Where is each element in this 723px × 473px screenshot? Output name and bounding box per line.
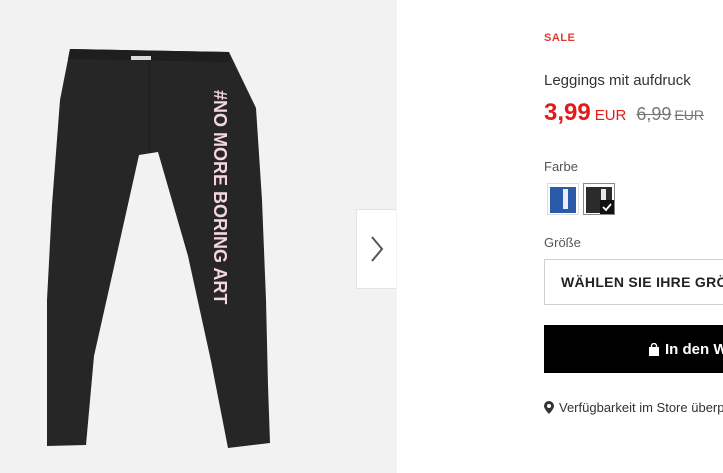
old-price: 6,99 xyxy=(636,104,672,124)
current-currency: EUR xyxy=(594,107,627,124)
store-availability-text: Verfügbarkeit im Store überprüfen xyxy=(559,400,723,415)
chevron-right-icon xyxy=(370,236,383,262)
current-price: 3,99 xyxy=(544,99,591,126)
product-info: SALE Leggings mit aufdruck 3,99 EUR 6,99 EU… xyxy=(544,0,723,473)
selected-check xyxy=(600,200,614,214)
shopping-bag-icon xyxy=(648,342,660,356)
size-select[interactable]: WÄHLEN SIE IHRE GRÖSSE xyxy=(544,259,723,305)
size-label: Größe xyxy=(544,235,581,250)
color-swatch-black[interactable] xyxy=(583,183,615,215)
product-gallery: #NO MORE BORING ART xyxy=(0,0,397,473)
product-image: #NO MORE BORING ART xyxy=(47,49,270,448)
price-row: 3,99 EUR 6,99 EUR xyxy=(544,99,704,127)
brand-tag xyxy=(131,56,151,60)
sale-badge: SALE xyxy=(544,32,576,44)
check-icon xyxy=(602,203,612,212)
add-to-cart-button[interactable]: In den Warenkorb xyxy=(544,325,723,373)
color-swatch-blue[interactable] xyxy=(547,183,579,215)
location-pin-icon xyxy=(544,401,554,414)
legging-shape xyxy=(47,49,270,448)
next-image-button[interactable] xyxy=(356,209,396,289)
product-title: Leggings mit aufdruck xyxy=(544,72,691,89)
legging-print-text: #NO MORE BORING ART xyxy=(210,90,230,304)
swatch-blue-image xyxy=(550,187,576,213)
old-currency: EUR xyxy=(674,107,704,123)
store-availability-link[interactable]: Verfügbarkeit im Store überprüfen xyxy=(544,400,723,415)
add-to-cart-label: In den Warenkorb xyxy=(665,340,723,358)
color-label: Farbe xyxy=(544,159,578,174)
